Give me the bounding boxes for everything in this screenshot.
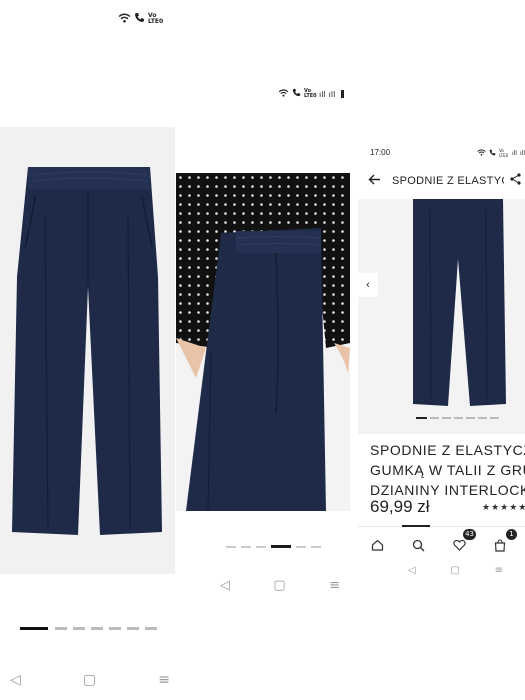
search-icon[interactable] (407, 534, 429, 556)
image-dot-active[interactable] (416, 417, 427, 419)
recents-nav-icon[interactable]: ≡ (158, 672, 170, 688)
product-image-flatlay (0, 127, 175, 574)
tab-indicator (402, 525, 430, 527)
image-dot[interactable] (490, 417, 499, 419)
wishlist-count-badge: 43 (463, 529, 476, 540)
product-name-line: SPODNIE Z ELASTYCZNĄ (370, 442, 525, 458)
status-bar-mid: Vo LTE0 ıll ıll (278, 88, 345, 100)
status-icons: Vo LTE0 ıll ıll (477, 148, 525, 158)
image-dot[interactable] (442, 417, 451, 419)
home-nav-icon[interactable]: ▢ (273, 578, 285, 593)
call-icon (292, 88, 301, 100)
divider (358, 526, 525, 527)
back-nav-icon[interactable]: ◁ (220, 578, 230, 593)
product-price: 69,99 zł (370, 497, 430, 516)
carousel-dot-active[interactable] (271, 545, 291, 548)
recents-nav-icon[interactable]: ≡ (495, 565, 503, 576)
carousel-dot[interactable] (91, 627, 103, 630)
carousel-dot-active[interactable] (20, 627, 48, 630)
carousel-dots (226, 545, 326, 548)
rating-stars[interactable]: ★★★★★ (482, 502, 525, 513)
product-name-line: GUMKĄ W TALII Z GRUB (370, 462, 525, 478)
volte-text: Vo LTE0 (498, 148, 509, 158)
carousel-dot[interactable] (311, 545, 321, 548)
recents-nav-icon[interactable]: ≡ (329, 578, 340, 593)
carousel-dot[interactable] (145, 627, 157, 630)
home-icon[interactable] (366, 534, 388, 556)
image-dots (416, 417, 499, 419)
prev-image-button[interactable]: ‹ (358, 273, 378, 297)
cart-icon[interactable]: 1 (489, 529, 517, 556)
signal-icon: ıll (328, 89, 336, 99)
share-icon[interactable] (510, 172, 521, 190)
main-carousel-dots (20, 627, 157, 630)
carousel-dot[interactable] (296, 545, 306, 548)
system-nav-mid: ◁ ▢ ≡ (220, 578, 340, 593)
image-dot[interactable] (454, 417, 463, 419)
volte-text: Vo LTE0 (304, 88, 317, 99)
phone-header: SPODNIE Z ELASTYCZ... (368, 172, 525, 190)
product-image-worn (176, 173, 350, 511)
carousel-dot[interactable] (73, 627, 85, 630)
carousel-dot[interactable] (109, 627, 121, 630)
system-nav-phone: ◁ ▢ ≡ (408, 565, 503, 576)
carousel-dot[interactable] (55, 627, 67, 630)
wifi-icon (278, 88, 289, 100)
back-nav-icon[interactable]: ◁ (10, 672, 21, 688)
status-bar-top: Vo LTE0 (118, 12, 164, 26)
signal-icon: ıll (511, 149, 517, 157)
wishlist-icon[interactable]: 43 (448, 529, 476, 556)
carousel-dot[interactable] (256, 545, 266, 548)
back-nav-icon[interactable]: ◁ (408, 565, 416, 576)
cart-count-badge: 1 (506, 529, 517, 540)
back-arrow-icon[interactable] (368, 172, 384, 190)
signal-icon: ıll (319, 89, 326, 99)
battery-icon (341, 90, 345, 98)
wifi-icon (118, 13, 131, 26)
status-time: 17:00 (370, 148, 391, 157)
phone-page-title: SPODNIE Z ELASTYCZ... (392, 175, 504, 187)
image-dot[interactable] (430, 417, 439, 419)
phone-status-bar: 17:00 Vo LTE0 ıll ıll (370, 148, 525, 158)
signal-icon: ıll (519, 149, 525, 157)
image-dot[interactable] (466, 417, 475, 419)
home-nav-icon[interactable]: ▢ (450, 565, 459, 576)
call-icon (489, 149, 496, 158)
product-name: SPODNIE Z ELASTYCZNĄ GUMKĄ W TALII Z GRU… (370, 440, 525, 500)
home-nav-icon[interactable]: ▢ (83, 672, 96, 688)
carousel-dot[interactable] (241, 545, 251, 548)
carousel-dot[interactable] (127, 627, 139, 630)
phone-product-image[interactable]: ‹ (358, 199, 525, 434)
wifi-icon (477, 148, 486, 158)
call-icon (134, 12, 145, 26)
image-dot[interactable] (478, 417, 487, 419)
volte-text: Vo LTE0 (148, 12, 164, 25)
system-nav-bottom: ◁ ▢ ≡ (10, 672, 170, 688)
phone-screenshot: 17:00 Vo LTE0 ıll ıll SPODNIE Z ELASTYCZ… (358, 140, 525, 590)
carousel-dot[interactable] (226, 545, 236, 548)
